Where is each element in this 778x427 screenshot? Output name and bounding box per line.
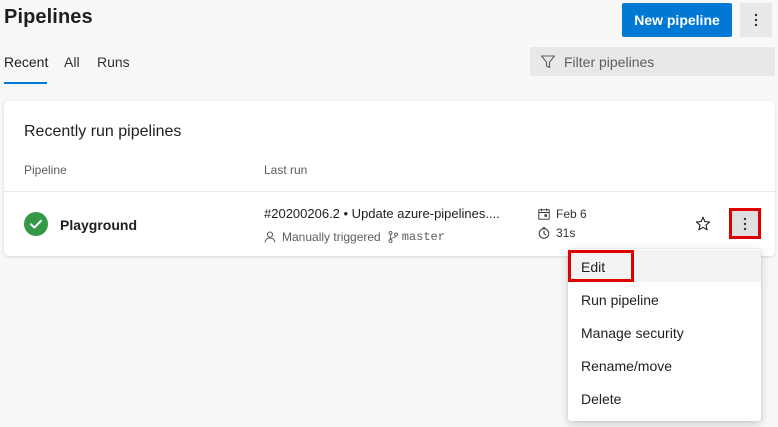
check-circle-icon [24,212,48,236]
column-header-last-run: Last run [264,163,308,177]
menu-item-run-pipeline[interactable]: Run pipeline [581,292,659,308]
clock-icon [538,227,550,239]
tab-recent[interactable]: Recent [4,54,48,70]
person-icon [264,231,276,243]
calendar-icon [538,208,550,220]
run-title-link[interactable]: #20200206.2 • Update azure-pipelines.... [264,206,500,221]
tab-runs[interactable]: Runs [97,54,130,70]
card-title: Recently run pipelines [24,123,182,140]
filter-input[interactable] [564,53,764,70]
row-more-actions-button[interactable] [729,208,761,239]
highlight-box [568,250,634,282]
more-vertical-icon [743,217,747,231]
filter-box[interactable] [530,47,775,76]
duration-text: 31s [556,226,576,240]
menu-item-delete[interactable]: Delete [581,391,621,407]
branch-name: master [401,230,445,244]
run-meta: Manually triggered master [264,230,445,244]
tab-selected-indicator [4,82,47,84]
run-duration: 31s [538,226,575,240]
favorite-button[interactable] [693,214,713,234]
star-icon [695,216,711,232]
tab-all[interactable]: All [64,54,80,70]
filter-icon [540,54,556,70]
pipeline-name-link[interactable]: Playground [60,217,137,233]
date-text: Feb 6 [556,207,587,221]
trigger-text: Manually triggered [282,230,381,244]
page-title: Pipelines [4,6,93,28]
more-vertical-icon [754,13,758,27]
row-divider [4,191,775,192]
column-header-pipeline: Pipeline [24,163,67,177]
branch-icon [388,231,398,243]
menu-item-manage-security[interactable]: Manage security [581,325,684,341]
run-date: Feb 6 [538,207,587,221]
page-more-button[interactable] [740,3,772,37]
menu-item-rename-move[interactable]: Rename/move [581,358,672,374]
new-pipeline-button[interactable]: New pipeline [622,3,732,37]
